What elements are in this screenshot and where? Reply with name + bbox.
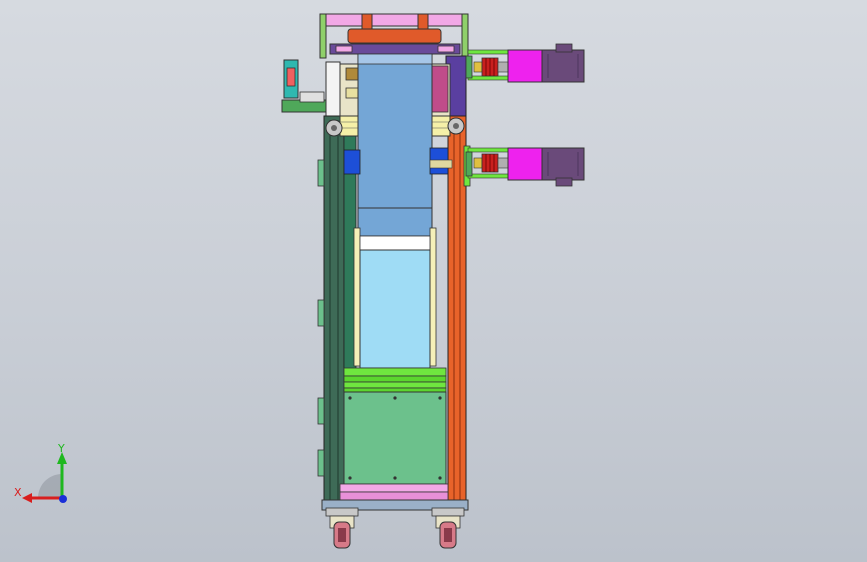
triad-plane-shade [38, 474, 62, 498]
x-axis-label: X [14, 486, 22, 499]
lower-motor-assembly [465, 147, 585, 187]
z-axis-dot [59, 495, 67, 503]
cad-viewport[interactable]: Y X [0, 0, 867, 562]
lime-slats [343, 367, 447, 393]
coordinate-triad[interactable]: Y X [10, 440, 80, 510]
y-axis-label: Y [57, 442, 65, 455]
green-control-board [343, 391, 447, 485]
machine-model-front-view[interactable] [0, 0, 867, 562]
left-caster-wheel [325, 507, 359, 549]
x-axis-head [22, 493, 32, 503]
pink-base-plate [321, 483, 469, 511]
top-roller-assembly [319, 13, 469, 59]
upper-motor-assembly [465, 43, 585, 83]
left-sensor-bracket [281, 59, 341, 119]
lower-guide-panel [353, 227, 437, 369]
right-caster-wheel [431, 507, 465, 549]
